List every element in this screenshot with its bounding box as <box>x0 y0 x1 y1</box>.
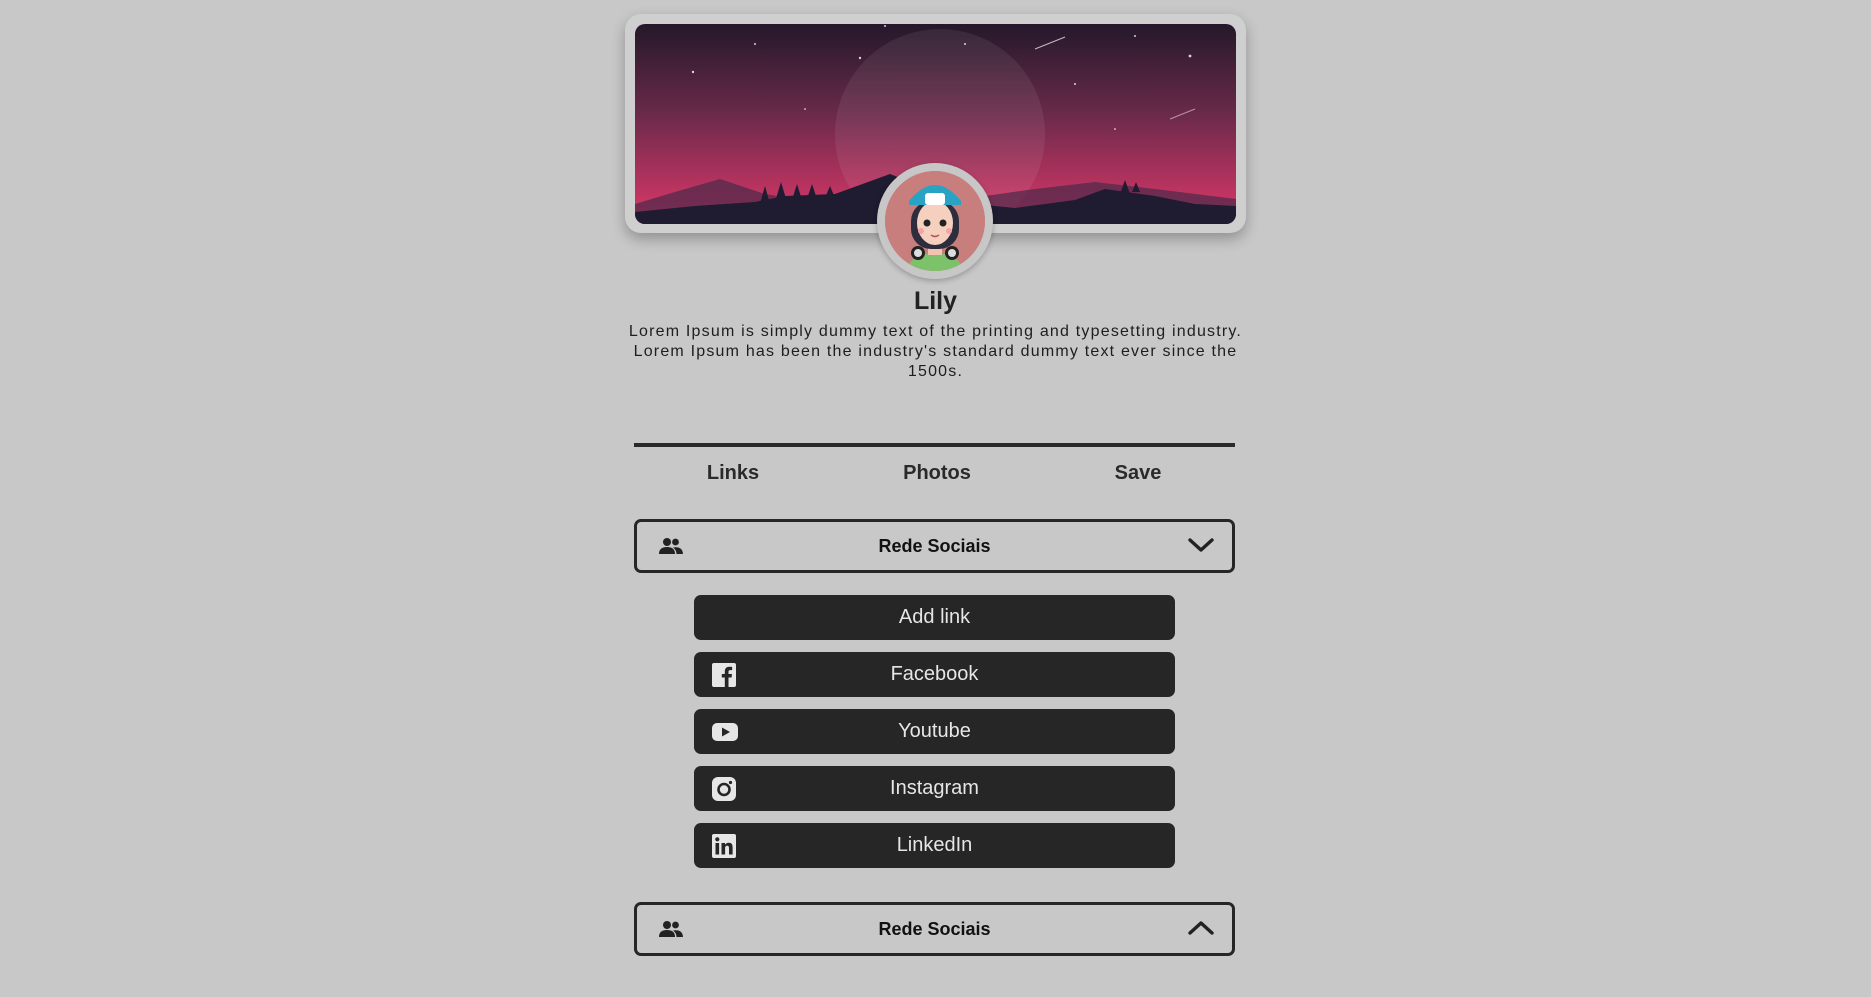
section-header-rede-sociais-2[interactable]: Rede Sociais <box>634 902 1235 956</box>
tab-links[interactable]: Links <box>663 462 803 485</box>
avatar[interactable] <box>877 163 993 279</box>
facebook-link-button[interactable]: Facebook <box>694 652 1175 697</box>
avatar-image <box>885 171 985 271</box>
profile-name: Lily <box>913 287 958 315</box>
link-label: Add link <box>898 606 971 628</box>
section-title: Rede Sociais <box>878 536 991 556</box>
profile-bio: Lorem Ipsum is simply dummy text of the … <box>628 323 1243 380</box>
chevron-down-icon[interactable] <box>1188 537 1214 558</box>
tabs-divider <box>634 443 1235 447</box>
tab-save[interactable]: Save <box>1068 462 1208 485</box>
linkedin-link-button[interactable]: LinkedIn <box>694 823 1175 868</box>
link-label: Youtube <box>898 720 971 742</box>
link-label: LinkedIn <box>896 834 973 856</box>
add-link-button[interactable]: Add link <box>694 595 1175 640</box>
instagram-link-button[interactable]: Instagram <box>694 766 1175 811</box>
tab-photos[interactable]: Photos <box>867 462 1007 485</box>
link-label: Instagram <box>890 777 979 799</box>
section-header-rede-sociais[interactable]: Rede Sociais <box>634 519 1235 573</box>
chevron-up-icon[interactable] <box>1188 920 1214 941</box>
youtube-link-button[interactable]: Youtube <box>694 709 1175 754</box>
link-label: Facebook <box>890 663 979 685</box>
section-title: Rede Sociais <box>878 919 991 939</box>
